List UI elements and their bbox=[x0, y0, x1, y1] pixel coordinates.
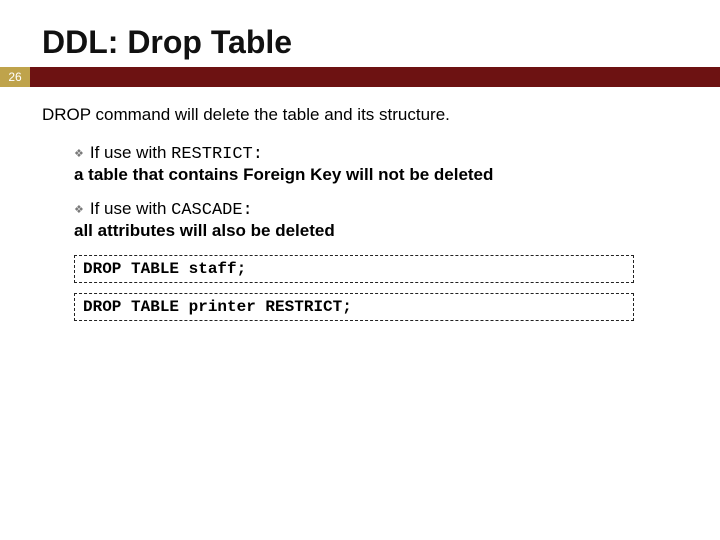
page-number-badge: 26 bbox=[0, 67, 30, 87]
bullet-keyword: RESTRICT: bbox=[171, 145, 263, 164]
header-bar: 26 bbox=[0, 67, 720, 87]
bullet-item: ❖ If use with RESTRICT: a table that con… bbox=[74, 143, 678, 185]
bullet-keyword: CASCADE: bbox=[171, 201, 253, 220]
bullet-sub: a table that contains Foreign Key will n… bbox=[74, 165, 678, 185]
slide-title: DDL: Drop Table bbox=[0, 0, 720, 67]
bullet-line: ❖ If use with RESTRICT: bbox=[74, 143, 678, 164]
bullet-line: ❖ If use with CASCADE: bbox=[74, 199, 678, 220]
bullet-sub: all attributes will also be deleted bbox=[74, 221, 678, 241]
bullet-lead: If use with bbox=[90, 199, 171, 218]
code-example: DROP TABLE staff; bbox=[74, 255, 634, 283]
header-stripe bbox=[30, 67, 720, 87]
bullet-item: ❖ If use with CASCADE: all attributes wi… bbox=[74, 199, 678, 241]
bullet-lead: If use with bbox=[90, 143, 171, 162]
diamond-bullet-icon: ❖ bbox=[74, 147, 84, 160]
slide-body: DROP command will delete the table and i… bbox=[0, 87, 720, 321]
code-example: DROP TABLE printer RESTRICT; bbox=[74, 293, 634, 321]
intro-text: DROP command will delete the table and i… bbox=[42, 105, 678, 125]
diamond-bullet-icon: ❖ bbox=[74, 203, 84, 216]
